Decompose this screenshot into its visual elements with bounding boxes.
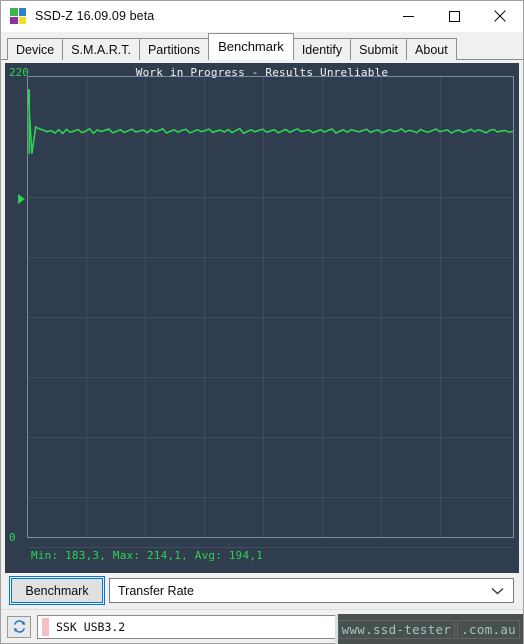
play-triangle-marker [18, 194, 25, 204]
controls-row: Benchmark Transfer Rate [5, 573, 519, 609]
minimize-button[interactable] [385, 1, 431, 32]
benchmark-panel: Work in Progress - Results Unreliable 22… [1, 60, 523, 609]
device-color-swatch [42, 617, 49, 636]
window-controls [385, 1, 523, 32]
trace-svg [28, 77, 513, 537]
chevron-down-icon[interactable] [491, 579, 504, 602]
y-axis-min-label: 0 [9, 531, 16, 544]
device-name: SSK USB3.2 [56, 619, 126, 634]
tab-identify[interactable]: Identify [292, 38, 352, 60]
app-grid-icon [10, 8, 26, 24]
benchmark-button[interactable]: Benchmark [9, 576, 105, 605]
plot-area [27, 76, 514, 548]
transfer-rate-trace [28, 77, 513, 537]
tab-submit[interactable]: Submit [350, 38, 408, 60]
maximize-button[interactable] [431, 1, 477, 32]
window-title: SSD-Z 16.09.09 beta [35, 9, 155, 23]
refresh-icon[interactable] [7, 615, 31, 638]
watermark-tld: .com.au [457, 619, 520, 639]
watermark-main: www.ssd-tester [337, 619, 456, 639]
title-bar: SSD-Z 16.09.09 beta [1, 1, 523, 32]
site-watermark: www.ssd-tester .com.au [334, 614, 523, 644]
y-axis-max-label: 220 [9, 66, 29, 79]
tab-about[interactable]: About [406, 38, 457, 60]
tab-device[interactable]: Device [7, 38, 64, 60]
benchmark-graph: Work in Progress - Results Unreliable 22… [5, 63, 519, 573]
benchmark-mode-select[interactable]: Transfer Rate [109, 578, 514, 603]
status-bar: SSK USB3.2 www.ssd-tester .com.au [1, 609, 523, 644]
benchmark-stats: Min: 183,3, Max: 214,1, Avg: 194,1 [31, 549, 263, 562]
ssd-z-window: SSD-Z 16.09.09 beta Device S.M.A.R.T. Pa… [0, 0, 524, 644]
close-button[interactable] [477, 1, 523, 32]
tab-smart[interactable]: S.M.A.R.T. [62, 38, 140, 60]
benchmark-mode-value: Transfer Rate [118, 583, 194, 598]
tab-benchmark[interactable]: Benchmark [208, 33, 294, 60]
tab-partitions[interactable]: Partitions [138, 38, 210, 60]
tab-strip: Device S.M.A.R.T. Partitions Benchmark I… [1, 32, 523, 60]
